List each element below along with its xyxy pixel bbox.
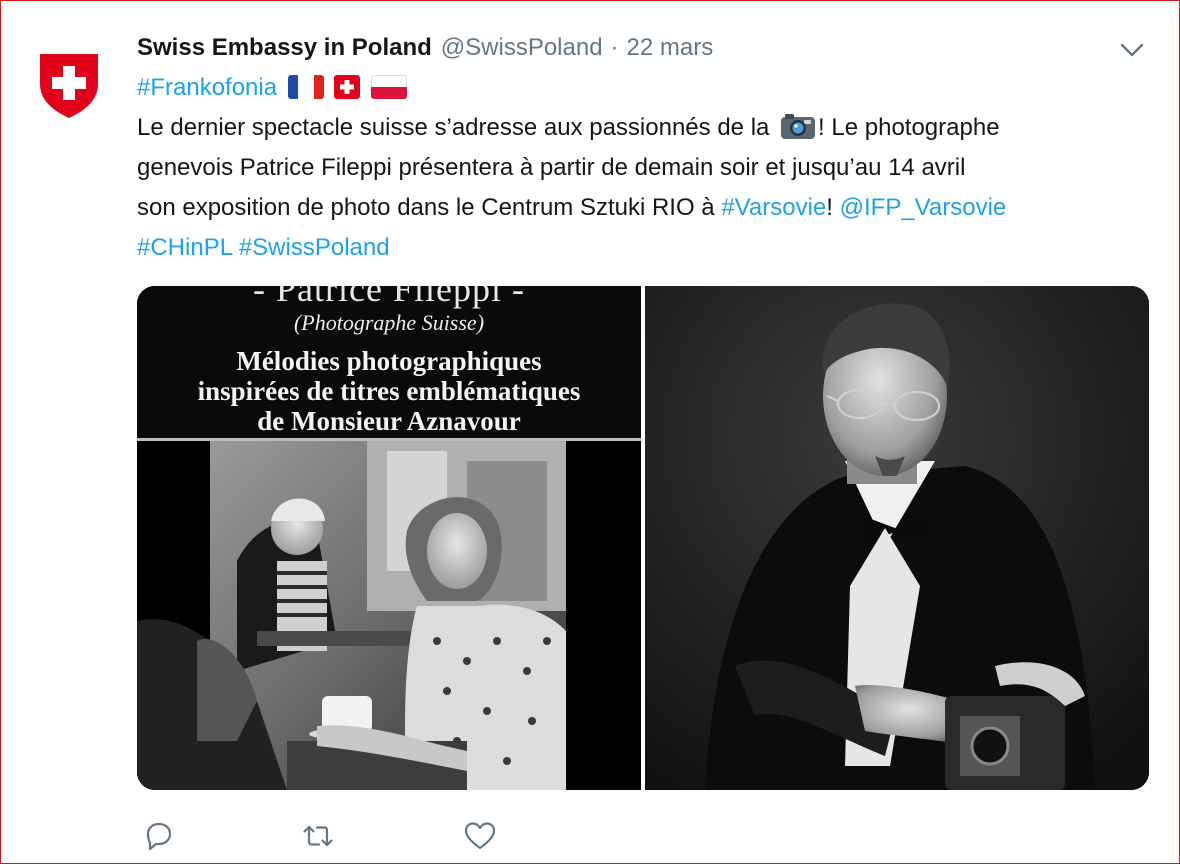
hashtag-varsovie[interactable]: #Varsovie (721, 194, 826, 221)
poster-title: Mélodies photographiques inspirées de ti… (137, 346, 641, 436)
tweet-date[interactable]: 22 mars (627, 34, 714, 62)
author-name[interactable]: Swiss Embassy in Poland (137, 34, 432, 62)
like-icon[interactable] (462, 818, 498, 854)
hashtag-swisspoland[interactable]: #SwissPoland (239, 234, 390, 261)
text-segment: Le dernier spectacle suisse s’adresse au… (137, 114, 770, 141)
mention-ifp-varsovie[interactable]: @IFP_Varsovie (840, 194, 1007, 221)
reply-icon[interactable] (140, 818, 176, 854)
poster-title-line: Mélodies photographiques (236, 346, 542, 376)
exhibition-poster-image[interactable]: - Patrice Fileppi - (Photographe Suisse)… (137, 286, 641, 790)
hashtag-chinpl[interactable]: #CHinPL (137, 234, 232, 261)
media-container: - Patrice Fileppi - (Photographe Suisse)… (137, 286, 1149, 790)
swiss-shield-avatar[interactable] (32, 46, 106, 120)
text-line-4: son exposition de photo dans le Centrum … (137, 188, 1167, 228)
poster-title-line: de Monsieur Aznavour (257, 406, 521, 436)
poster-header: - Patrice Fileppi - (Photographe Suisse)… (137, 286, 641, 438)
text-line-2: Le dernier spectacle suisse s’adresse au… (137, 108, 1167, 148)
tweet-text: #Frankofonia Le dernier spectacle suisse… (137, 68, 1167, 268)
hashtag-frankofonia[interactable]: #Frankofonia (137, 74, 277, 101)
text-segment: ! (826, 194, 840, 221)
swiss-flag-icon (334, 75, 361, 99)
text-segment: son exposition de photo dans le Centrum … (137, 194, 722, 221)
retweet-icon[interactable] (300, 818, 336, 854)
text-segment: ! Le photographe (818, 114, 1000, 141)
author-handle[interactable]: @SwissPoland (441, 34, 603, 62)
camera-emoji-icon (781, 114, 816, 139)
tweet-header: Swiss Embassy in Poland @SwissPoland · 2… (137, 30, 713, 66)
photographer-portrait-image[interactable] (645, 286, 1149, 790)
tweet: Swiss Embassy in Poland @SwissPoland · 2… (0, 0, 1180, 864)
portrait-photo (645, 286, 1149, 790)
poland-flag-icon (371, 75, 408, 99)
chevron-down-icon[interactable] (1117, 38, 1147, 62)
poster-photographer-name: - Patrice Fileppi - (253, 286, 525, 309)
text-line-5: #CHinPL #SwissPoland (137, 228, 1167, 268)
poster-subtitle: (Photographe Suisse) (293, 310, 485, 335)
cafe-scene-photo (137, 441, 641, 790)
text-line-3: genevois Patrice Fileppi présentera à pa… (137, 154, 966, 181)
text-line-1: #Frankofonia (137, 68, 1167, 108)
poster-title-line: inspirées de titres emblématiques (197, 376, 581, 406)
separator: · (610, 34, 619, 61)
france-flag-icon (287, 75, 324, 99)
